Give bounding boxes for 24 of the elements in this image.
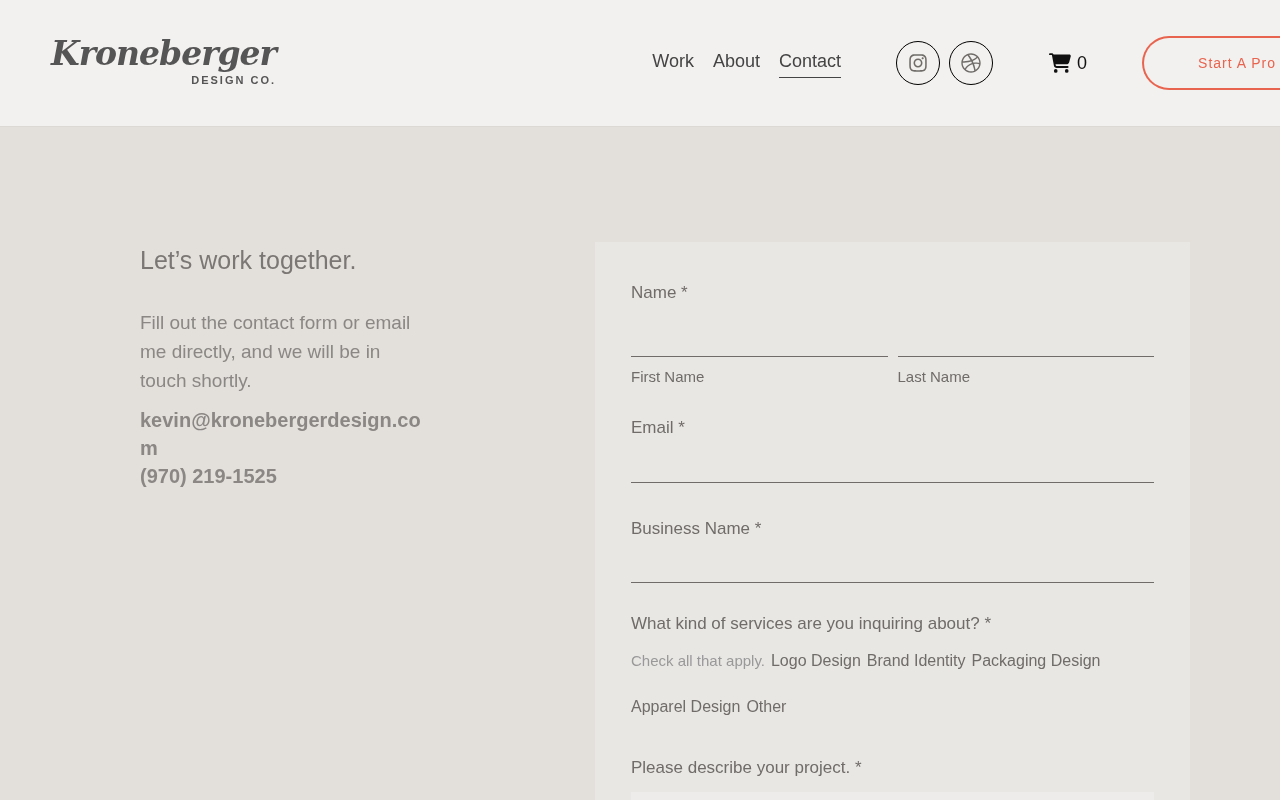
field-label: Please describe your project. *: [631, 756, 863, 779]
service-option[interactable]: Packaging Design: [971, 648, 1101, 673]
start-project-button[interactable]: Start A Pro: [1142, 36, 1280, 90]
intro-paragraph: Fill out the contact form or email me directly, and we will be in touch shortly.: [140, 310, 412, 393]
field-sublabel: Last Name: [897, 366, 972, 387]
cart-icon[interactable]: [1049, 52, 1072, 74]
field-label: What kind of services are you inquiring about? *: [631, 613, 993, 635]
logo-subtitle: DESIGN CO.: [191, 73, 276, 89]
email-link[interactable]: kevin@kronebergerdesign.com: [140, 405, 432, 462]
heading: Let’s work together.: [140, 245, 358, 276]
nav-link[interactable]: About: [712, 48, 760, 78]
field-sublabel: First Name: [631, 366, 706, 387]
nav-link[interactable]: Work: [652, 48, 694, 78]
cart-count: 0: [1077, 51, 1088, 75]
field-label: Email *: [631, 417, 686, 439]
service-option[interactable]: Brand Identity: [866, 648, 966, 673]
service-option[interactable]: Logo Design: [770, 648, 861, 673]
nav-link[interactable]: Contact: [779, 48, 842, 78]
service-option[interactable]: Apparel Design: [631, 694, 741, 719]
field-hint: Check all that apply.: [631, 650, 765, 671]
service-option[interactable]: Other: [746, 694, 787, 719]
phone-number: (970) 219-1525: [140, 463, 278, 489]
field-label: Business Name *: [631, 517, 763, 540]
field-label: Name *: [631, 282, 689, 304]
